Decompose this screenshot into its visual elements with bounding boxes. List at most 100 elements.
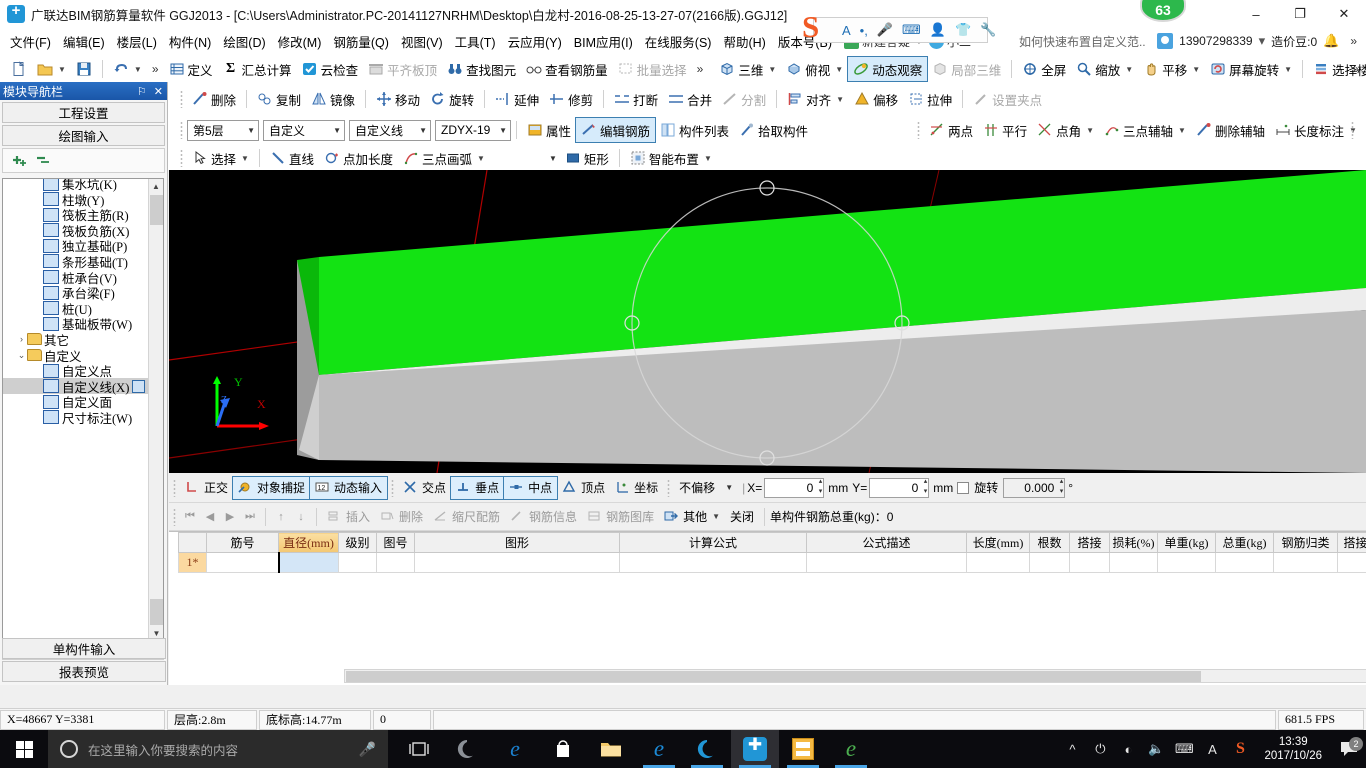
chevron-down-icon[interactable]: ▼ <box>768 65 776 74</box>
component-tree[interactable]: 梁(L)圈梁(E)⌄板现浇板(B)螺旋板(B)柱帽(V)板洞(N)板受力筋(S)… <box>2 178 164 642</box>
taskbar-app-internet-explorer[interactable]: e <box>635 730 683 768</box>
table-column-header-5[interactable]: 图形 <box>414 532 620 553</box>
delete-button[interactable]: 删除 <box>187 87 241 111</box>
table-column-header-14[interactable]: 钢筋归类 <box>1273 532 1338 553</box>
line-tool-button[interactable]: 直线 <box>265 146 319 170</box>
align-button[interactable]: 对齐 ▼ <box>782 87 849 111</box>
component-subtype-select[interactable]: 自定义线 ▼ <box>349 119 431 141</box>
two-point-axis-button[interactable]: 两点 <box>924 118 978 142</box>
tree-item-22[interactable]: 基础板带(W) <box>3 316 149 332</box>
volume-icon[interactable]: 🔈 <box>1142 741 1170 757</box>
tree-vertical-scrollbar[interactable]: ▲ ▼ <box>148 179 163 641</box>
ime-punctuation-icon[interactable]: •, <box>860 23 868 38</box>
align-slab-top-button[interactable]: 平齐板顶 <box>363 57 442 81</box>
chevron-down-icon[interactable]: ▼ <box>712 512 720 521</box>
three-point-arc-button[interactable]: 三点画弧 ▼ <box>398 146 490 170</box>
open-file-button[interactable]: ▼ <box>32 57 71 81</box>
scroll-thumb[interactable] <box>150 195 163 225</box>
menu-tools[interactable]: 工具(T) <box>449 29 502 54</box>
menu-rebar-quantity[interactable]: 钢筋量(Q) <box>327 29 395 54</box>
menu-bim-apps[interactable]: BIM应用(I) <box>568 29 639 54</box>
table-column-header-12[interactable]: 单重(kg) <box>1157 532 1216 553</box>
table-column-header-9[interactable]: 根数 <box>1029 532 1070 553</box>
table-cell[interactable] <box>1157 552 1216 573</box>
table-column-header-6[interactable]: 计算公式 <box>619 532 807 553</box>
menu-view[interactable]: 视图(V) <box>395 29 449 54</box>
table-cell[interactable] <box>277 552 339 573</box>
mirror-button[interactable]: 镜像 <box>306 87 360 111</box>
define-button[interactable]: 定义 <box>164 57 218 81</box>
chevron-down-icon[interactable]: ▼ <box>835 65 843 74</box>
component-list-button[interactable]: 构件列表 <box>655 118 734 142</box>
quick-access-overflow[interactable]: » <box>147 62 164 76</box>
action-center-button[interactable]: 2 <box>1332 737 1366 757</box>
microphone-icon[interactable]: 🎤 <box>359 741 376 758</box>
component-type-select[interactable]: 自定义 ▼ <box>263 119 345 141</box>
start-button[interactable] <box>0 730 48 768</box>
table-cell[interactable] <box>206 552 279 573</box>
table-cell[interactable] <box>414 552 620 573</box>
set-grip-button[interactable]: 设置夹点 <box>968 87 1047 111</box>
taskbar-app-notes[interactable] <box>779 730 827 768</box>
table-cell[interactable] <box>806 552 967 573</box>
split-button[interactable]: 分割 <box>717 87 771 111</box>
offset-mode-select[interactable]: 不偏移 ▼ <box>674 477 736 498</box>
local-3d-button[interactable]: 局部三维 <box>927 57 1006 81</box>
menu-draw[interactable]: 绘图(D) <box>217 29 271 54</box>
dynamic-observe-button[interactable]: 动态观察 <box>847 56 929 82</box>
fullscreen-button[interactable]: 全屏 <box>1017 57 1071 81</box>
taskbar-app-store[interactable] <box>539 730 587 768</box>
snap-vertex-toggle[interactable]: 顶点 <box>557 477 610 499</box>
ime-wrench-icon[interactable]: 🔧 <box>980 22 996 38</box>
chevron-down-icon[interactable]: ▼ <box>1125 65 1133 74</box>
move-down-button[interactable]: ↓ <box>291 511 311 523</box>
table-scroll-thumb[interactable] <box>346 671 1201 682</box>
taskbar-search-box[interactable]: 在这里输入你要搜索的内容 🎤 <box>48 730 388 768</box>
ime-letter-icon[interactable]: A <box>1198 742 1226 757</box>
account-phone[interactable]: 13907298339 <box>1179 34 1252 48</box>
snap-coordinate-toggle[interactable]: 坐标 <box>610 477 663 499</box>
menu-help[interactable]: 帮助(H) <box>717 29 771 54</box>
ime-microphone-icon[interactable]: 🎤 <box>877 22 893 38</box>
rebarbar-drag-handle[interactable] <box>173 507 176 526</box>
table-column-header-1[interactable]: 筋号 <box>206 532 279 553</box>
taskbar-app-file-explorer[interactable] <box>587 730 635 768</box>
menu-online-service[interactable]: 在线服务(S) <box>639 29 718 54</box>
edit-rebar-button[interactable]: 编辑钢筋 <box>575 117 657 143</box>
maximize-restore-button[interactable]: ❐ <box>1278 0 1322 28</box>
table-column-header-11[interactable]: 损耗(%) <box>1109 532 1158 553</box>
table-cell[interactable] <box>966 552 1030 573</box>
toolbar-drag-handle[interactable] <box>180 90 183 108</box>
menu-modify[interactable]: 修改(M) <box>272 29 328 54</box>
parallel-axis-button[interactable]: 平行 <box>978 118 1032 142</box>
table-cell[interactable] <box>619 552 807 573</box>
rebar-info-button[interactable]: 钢筋信息 <box>505 506 582 527</box>
batch-select-button[interactable]: 批量选择 <box>613 57 692 81</box>
notification-badge[interactable]: 63 <box>1140 0 1186 22</box>
y-coordinate-input[interactable]: 0 <box>869 477 930 498</box>
pick-component-button[interactable]: 拾取构件 <box>734 118 813 142</box>
properties-button[interactable]: 属性 <box>522 118 576 142</box>
chevron-down-icon[interactable]: ▼ <box>1284 65 1292 74</box>
draw-mode-select[interactable]: ▼ <box>498 148 560 169</box>
promo-text[interactable]: 如何快速布置自定义范.. <box>1019 33 1146 50</box>
x-coordinate-input[interactable]: 0 <box>764 477 825 498</box>
table-column-header-0[interactable] <box>178 532 207 553</box>
view-rebar-quantity-button[interactable]: 查看钢筋量 <box>521 57 613 81</box>
keyboard-icon[interactable]: ⌨ <box>1170 741 1198 757</box>
cloud-check-button[interactable]: 云检查 <box>297 57 364 81</box>
toolbar-drag-handle[interactable] <box>180 121 183 139</box>
menu-cloud-apps[interactable]: 云应用(Y) <box>502 29 568 54</box>
table-cell[interactable] <box>338 552 377 573</box>
point-plus-length-button[interactable]: 点加长度 <box>319 146 398 170</box>
undo-button[interactable]: ▼ <box>108 57 147 81</box>
rotate-button[interactable]: 旋转 <box>425 87 479 111</box>
snap-intersection-toggle[interactable]: 交点 <box>398 477 451 499</box>
task-view-button[interactable] <box>395 730 443 768</box>
snap-midpoint-toggle[interactable]: 中点 <box>503 475 559 500</box>
wifi-icon[interactable]: ◐ <box>1114 742 1142 757</box>
table-cell[interactable] <box>1029 552 1070 573</box>
ortho-toggle[interactable]: 正交 <box>180 477 233 499</box>
table-cell[interactable] <box>1337 552 1366 573</box>
menu-edit[interactable]: 编辑(E) <box>57 29 111 54</box>
